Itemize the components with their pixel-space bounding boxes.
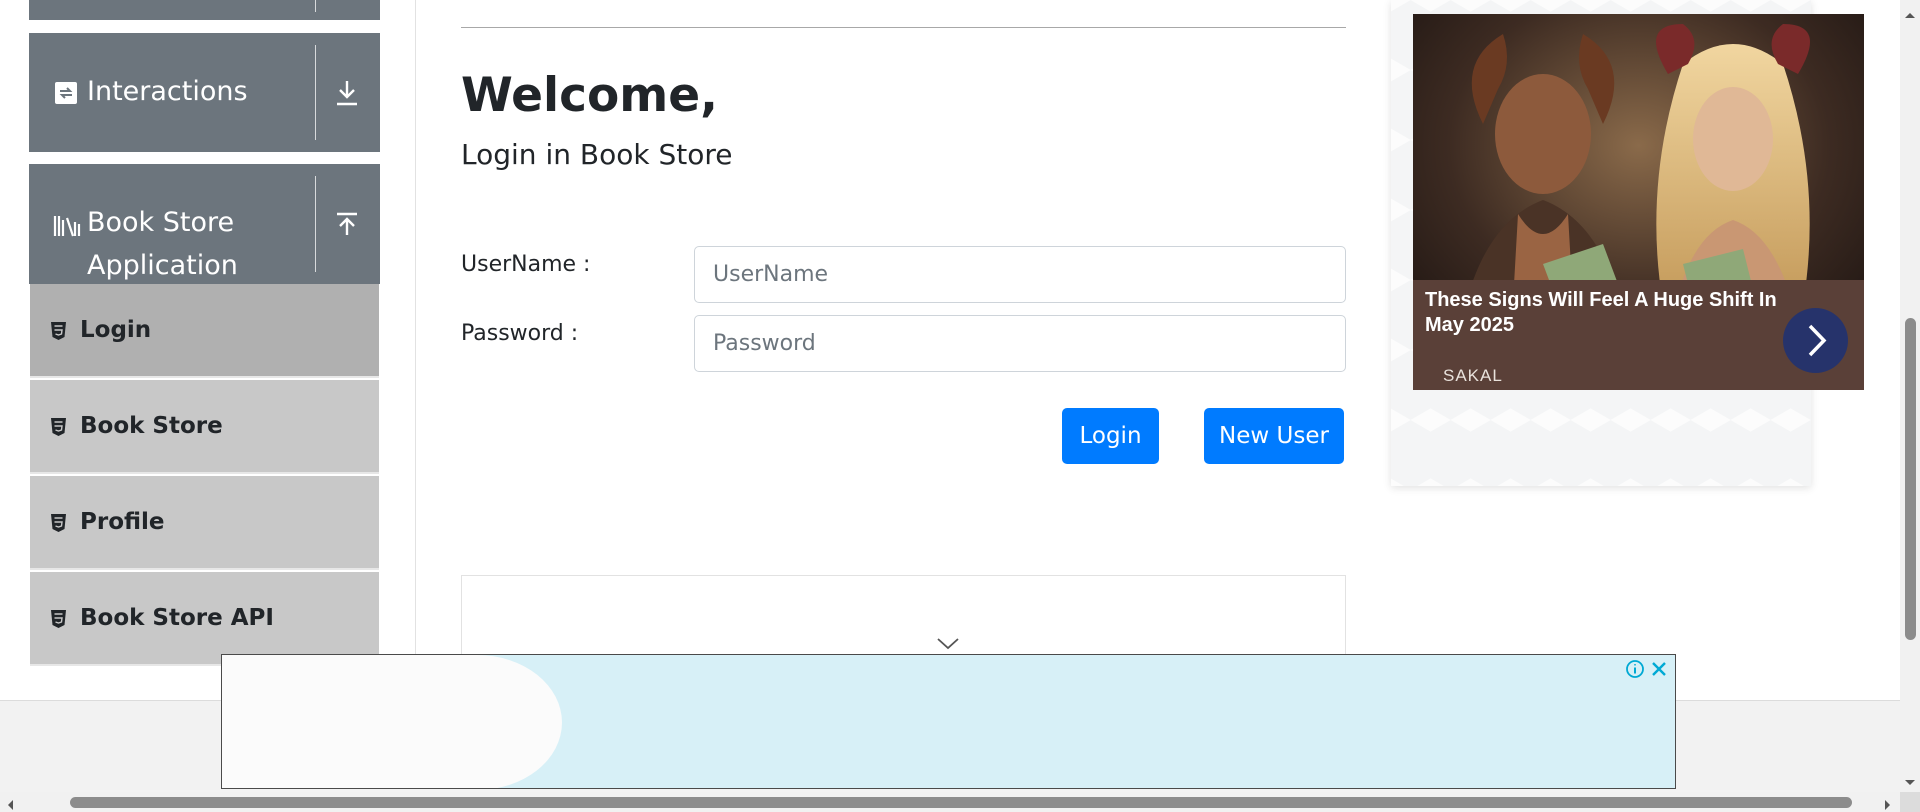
vertical-scroll-thumb[interactable] — [1905, 318, 1916, 640]
sidebar-item-profile[interactable]: Profile — [30, 476, 379, 570]
page-title: Welcome, — [461, 68, 719, 123]
vertical-scrollbar[interactable] — [1900, 0, 1920, 796]
sidebar-item-login[interactable]: Login — [30, 284, 379, 378]
sidebar-group-label-line2: Application — [87, 250, 238, 281]
sidebar-group-interactions[interactable]: Interactions — [29, 33, 380, 152]
username-input[interactable] — [694, 246, 1346, 303]
chevron-right-icon — [1808, 324, 1827, 357]
books-icon — [53, 214, 81, 237]
sidebar-group-book-store-application[interactable]: Book Store Application — [29, 164, 380, 284]
ad-source: SAKAL — [1443, 366, 1503, 385]
html5-icon — [50, 513, 67, 533]
html5-icon — [50, 417, 67, 437]
arrow-up-icon[interactable] — [331, 209, 363, 241]
sidebar-item-book-store-api[interactable]: Book Store API — [30, 572, 379, 666]
sidebar-item-label: Book Store — [80, 413, 223, 439]
banner-ad-image — [222, 655, 562, 788]
ad-next-button[interactable] — [1783, 308, 1848, 373]
close-icon[interactable] — [1649, 659, 1669, 679]
interactions-icon — [55, 82, 77, 104]
banner-ad[interactable] — [221, 654, 1676, 789]
page: Interactions Book Store Application Logi… — [0, 0, 1920, 812]
sidebar-item-label: Book Store API — [80, 605, 274, 631]
scroll-left-icon[interactable] — [6, 796, 14, 810]
sidebar-item-book-store[interactable]: Book Store — [30, 380, 379, 474]
info-icon[interactable] — [1625, 659, 1645, 679]
ad-image[interactable]: These Signs Will Feel A Huge Shift In Ma… — [1413, 14, 1864, 390]
html5-icon — [50, 609, 67, 629]
sidebar-item-label: Login — [80, 317, 152, 343]
group-divider — [315, 176, 316, 272]
username-label: UserName : — [461, 252, 591, 277]
password-input[interactable] — [694, 315, 1346, 372]
chevron-down-icon[interactable] — [936, 636, 960, 650]
login-button[interactable]: Login — [1062, 408, 1159, 464]
page-subtitle: Login in Book Store — [461, 138, 733, 171]
sidebar-group-collapsed[interactable] — [29, 0, 380, 20]
divider — [461, 27, 1346, 28]
ad-headline[interactable]: These Signs Will Feel A Huge Shift In Ma… — [1425, 288, 1795, 338]
scroll-down-icon[interactable] — [1904, 772, 1916, 785]
scroll-up-icon[interactable] — [1904, 4, 1916, 18]
sidebar: Interactions Book Store Application Logi… — [0, 0, 416, 700]
scrollbar-corner — [1900, 792, 1920, 812]
scroll-right-icon[interactable] — [1884, 796, 1892, 810]
password-label: Password : — [461, 321, 579, 346]
group-divider — [315, 0, 316, 12]
new-user-button[interactable]: New User — [1204, 408, 1344, 464]
horizontal-scrollbar[interactable] — [0, 792, 1900, 812]
group-divider — [315, 45, 316, 140]
arrow-down-icon[interactable] — [331, 77, 363, 109]
html5-icon — [50, 321, 67, 341]
sidebar-item-label: Profile — [80, 509, 165, 535]
horizontal-scroll-thumb[interactable] — [70, 797, 1852, 808]
sidebar-group-label: Interactions — [87, 76, 248, 107]
sidebar-group-label-line1: Book Store — [87, 207, 235, 238]
